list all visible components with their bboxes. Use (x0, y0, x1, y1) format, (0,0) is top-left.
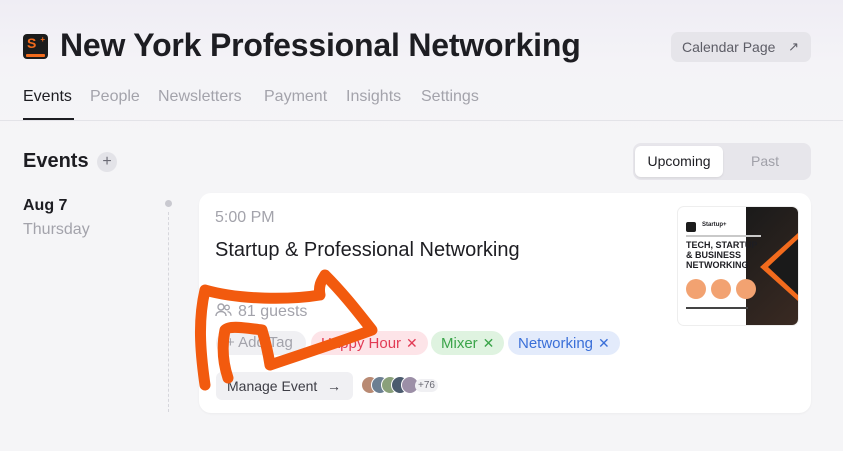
tab-events[interactable]: Events (23, 88, 72, 106)
arrow-right-icon: → (327, 378, 341, 394)
event-title[interactable]: Startup & Professional Networking (215, 239, 520, 262)
users-icon (215, 303, 232, 317)
tag-mixer: Mixer ✕ (431, 331, 505, 355)
manage-event-button[interactable]: Manage Event → (216, 372, 353, 400)
tag-label: Happy Hour (321, 335, 402, 352)
calendar-page-label: Calendar Page (682, 39, 776, 55)
cover-headline: TECH, STARTUP & BUSINESS NETWORKING (686, 240, 758, 270)
active-tab-indicator (23, 118, 74, 120)
event-cover-image[interactable]: Startup+ TECH, STARTUP & BUSINESS NETWOR… (678, 207, 798, 325)
tab-people[interactable]: People (90, 88, 140, 106)
event-weekday: Thursday (23, 221, 90, 238)
calendar-page-button[interactable]: Calendar Page ↗ (671, 32, 811, 62)
tag-networking: Networking ✕ (508, 331, 620, 355)
tag-label: Networking (518, 335, 594, 352)
add-event-button[interactable]: + (97, 152, 117, 172)
time-filter-toggle: Upcoming Past (633, 143, 811, 180)
event-time: 5:00 PM (215, 209, 275, 226)
add-tag-button[interactable]: + Add Tag (216, 331, 306, 355)
filter-upcoming[interactable]: Upcoming (635, 146, 723, 177)
remove-tag-icon[interactable]: ✕ (483, 335, 495, 351)
tab-newsletters[interactable]: Newsletters (158, 88, 242, 106)
group-logo: S + (23, 34, 48, 59)
page-title: New York Professional Networking (60, 27, 581, 63)
event-date: Aug 7 (23, 197, 68, 214)
remove-tag-icon[interactable]: ✕ (406, 335, 418, 351)
guest-count-label: 81 guests (238, 303, 308, 320)
timeline-line (168, 212, 169, 412)
timeline-dot (165, 200, 172, 207)
remove-tag-icon[interactable]: ✕ (598, 335, 610, 351)
manage-event-label: Manage Event (227, 378, 318, 394)
tab-payment[interactable]: Payment (264, 88, 327, 106)
tab-insights[interactable]: Insights (346, 88, 401, 106)
external-link-icon: ↗ (788, 39, 799, 54)
tag-label: Mixer (441, 335, 478, 352)
cover-brand: Startup+ (702, 222, 727, 228)
extra-guests-count: +76 (415, 379, 438, 392)
tab-settings[interactable]: Settings (421, 88, 479, 106)
tag-happy-hour: Happy Hour ✕ (311, 331, 428, 355)
guest-count[interactable]: 81 guests (215, 302, 307, 321)
events-heading: Events (23, 150, 89, 172)
event-card[interactable]: 5:00 PM Startup & Professional Networkin… (199, 193, 811, 413)
filter-past[interactable]: Past (721, 146, 809, 177)
